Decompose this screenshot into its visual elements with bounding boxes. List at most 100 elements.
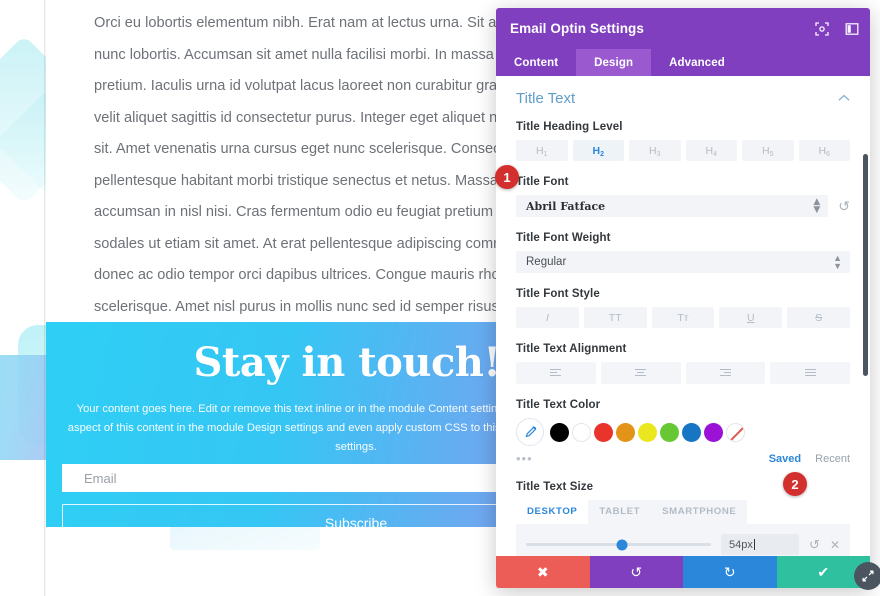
- field-title-heading-level: Title Heading Level H1 H2 H3 H4 H5 H6: [516, 121, 850, 161]
- field-title-font-style: Title Font Style I TT Tᴛ U S: [516, 288, 850, 328]
- swatch-purple[interactable]: [704, 422, 723, 442]
- panel-scrollbar[interactable]: [863, 154, 868, 376]
- text-color-label: Title Text Color: [516, 399, 601, 411]
- heading-level-h1[interactable]: H1: [516, 140, 568, 161]
- text-size-reset-icon[interactable]: ↺: [809, 537, 820, 553]
- heading-level-h2[interactable]: H2: [572, 140, 624, 161]
- align-center-button[interactable]: [600, 362, 681, 384]
- title-font-select[interactable]: Abril Fatface ▲ ▼: [516, 195, 829, 217]
- italic-icon: I: [545, 311, 549, 324]
- panel-tabs: Content Design Advanced: [496, 49, 870, 76]
- font-style-strikethrough[interactable]: S: [787, 307, 850, 328]
- heading-level-h6[interactable]: H6: [798, 140, 850, 161]
- device-tab-tablet[interactable]: TABLET: [588, 500, 652, 524]
- color-meta-row: ••• Saved Recent: [516, 451, 850, 466]
- heading-level-h5[interactable]: H5: [742, 140, 794, 161]
- text-cursor: [753, 539, 755, 550]
- email-input-placeholder: Email: [84, 470, 117, 486]
- eyedropper-icon[interactable]: [516, 418, 544, 446]
- layout-toggle-icon[interactable]: [844, 21, 860, 37]
- tab-design[interactable]: Design: [576, 49, 652, 76]
- screenshot-root: Orci eu lobortis elementum nibh. Erat na…: [0, 0, 880, 596]
- more-colors-icon[interactable]: •••: [516, 451, 533, 466]
- h4-label: H4: [705, 144, 718, 158]
- h2-label: H2: [592, 144, 605, 158]
- strikethrough-icon: S: [815, 311, 823, 324]
- h6-label: H6: [818, 144, 831, 158]
- chevron-updown-icon: ▲ ▼: [813, 197, 821, 215]
- device-tab-smartphone[interactable]: SMARTPHONE: [651, 500, 748, 524]
- chevron-up-icon[interactable]: [838, 93, 850, 105]
- align-right-icon: [719, 368, 731, 377]
- field-title-text-color: Title Text Color ••• Saved Recent: [516, 399, 850, 466]
- panel-scroll-area: Title Text Title Heading Level H1 H2 H3 …: [496, 76, 870, 556]
- align-left-icon: [550, 368, 562, 377]
- text-size-value: 54px: [729, 538, 753, 551]
- panel-header: Email Optin Settings: [496, 8, 870, 49]
- field-title-text-alignment: Title Text Alignment: [516, 343, 850, 384]
- field-title-font: Title Font Abril Fatface ▲ ▼ ↺: [516, 176, 850, 217]
- align-justify-icon: [804, 368, 816, 377]
- section-title-text[interactable]: Title Text: [516, 90, 850, 121]
- swatch-white[interactable]: [572, 422, 591, 442]
- text-size-slider[interactable]: [526, 539, 712, 550]
- section-title-label: Title Text: [516, 90, 576, 107]
- font-weight-label: Title Font Weight: [516, 232, 611, 244]
- font-weight-value: Regular: [526, 256, 567, 268]
- panel-action-bar: ✖ ↺ ↻ ✔: [496, 556, 870, 588]
- swatch-blue[interactable]: [682, 422, 701, 442]
- heading-level-h4[interactable]: H4: [685, 140, 737, 161]
- align-center-icon: [635, 368, 647, 377]
- panel-resize-handle[interactable]: [854, 562, 880, 590]
- heading-level-buttons: H1 H2 H3 H4 H5 H6: [516, 140, 850, 161]
- text-alignment-buttons: [516, 362, 850, 384]
- align-left-button[interactable]: [516, 362, 596, 384]
- color-tabs: Saved Recent: [769, 453, 850, 465]
- text-size-close-icon[interactable]: ✕: [830, 538, 840, 552]
- device-tab-desktop[interactable]: DESKTOP: [516, 500, 589, 524]
- annotation-badge-2: 2: [783, 472, 807, 496]
- text-alignment-label: Title Text Alignment: [516, 343, 627, 355]
- field-title-font-weight: Title Font Weight Regular ▲ ▼: [516, 232, 850, 273]
- uppercase-icon: TT: [608, 311, 622, 324]
- font-weight-select[interactable]: Regular ▲ ▼: [516, 251, 850, 273]
- title-font-value: Abril Fatface: [526, 199, 606, 213]
- undo-button[interactable]: ↺: [589, 556, 683, 588]
- recent-colors-tab[interactable]: Recent: [815, 453, 850, 465]
- swatch-green[interactable]: [660, 422, 679, 442]
- saved-colors-tab[interactable]: Saved: [769, 453, 801, 465]
- font-style-buttons: I TT Tᴛ U S: [516, 307, 850, 328]
- h5-label: H5: [762, 144, 774, 158]
- font-style-uppercase[interactable]: TT: [583, 307, 647, 328]
- align-justify-button[interactable]: [770, 362, 850, 384]
- tab-content[interactable]: Content: [496, 49, 576, 76]
- panel-header-icons: [814, 8, 860, 49]
- heading-level-label: Title Heading Level: [516, 121, 623, 133]
- cancel-button[interactable]: ✖: [496, 556, 590, 588]
- font-style-underline[interactable]: U: [719, 307, 783, 328]
- device-tabs: DESKTOP TABLET SMARTPHONE: [516, 500, 850, 524]
- heading-level-h3[interactable]: H3: [629, 140, 681, 161]
- panel-title: Email Optin Settings: [510, 21, 645, 36]
- tab-advanced[interactable]: Advanced: [651, 49, 743, 76]
- redo-button[interactable]: ↻: [683, 556, 777, 588]
- expand-icon[interactable]: [814, 21, 830, 37]
- panel-body: Title Text Title Heading Level H1 H2 H3 …: [496, 76, 870, 556]
- swatch-black[interactable]: [550, 422, 569, 442]
- annotation-badge-1: 1: [495, 165, 519, 189]
- swatch-yellow[interactable]: [638, 422, 657, 442]
- font-style-smallcaps[interactable]: Tᴛ: [651, 307, 715, 328]
- swatch-orange[interactable]: [616, 422, 635, 442]
- align-right-button[interactable]: [685, 362, 766, 384]
- h3-label: H3: [649, 144, 661, 158]
- title-font-reset-icon[interactable]: ↺: [838, 198, 850, 215]
- font-style-italic[interactable]: I: [516, 307, 579, 328]
- text-size-slider-knob[interactable]: [616, 539, 628, 550]
- title-font-label: Title Font: [516, 176, 569, 188]
- swatch-red[interactable]: [594, 422, 613, 442]
- chevron-updown-icon: ▲ ▼: [833, 253, 842, 271]
- swatch-transparent[interactable]: [726, 422, 745, 442]
- resize-arrows-icon: [862, 570, 874, 582]
- title-font-row: Abril Fatface ▲ ▼ ↺: [516, 195, 850, 217]
- text-size-input[interactable]: 54px: [721, 534, 800, 555]
